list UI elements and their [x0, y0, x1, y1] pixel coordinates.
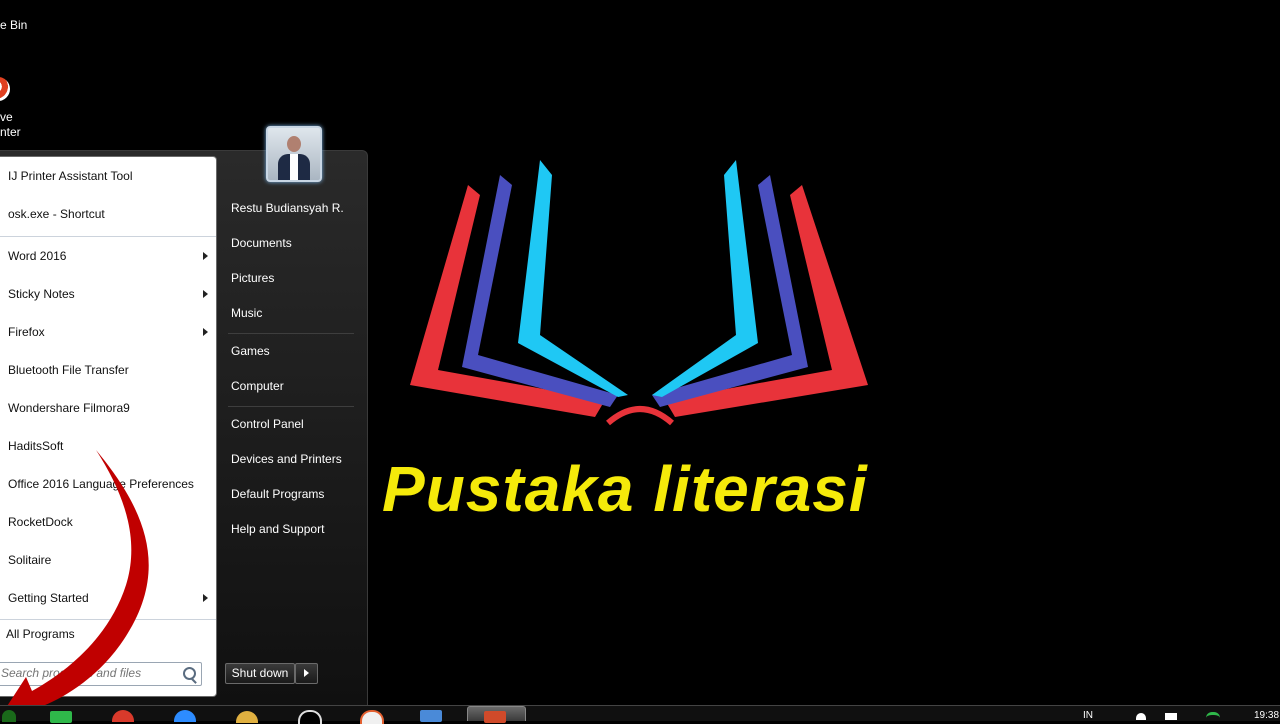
shutdown-options-button[interactable]	[295, 663, 318, 684]
start-link-computer[interactable]: Computer	[231, 376, 284, 396]
tray-network-icon[interactable]	[1136, 713, 1146, 720]
desktop-icon-printer-label[interactable]: ve nter	[0, 110, 21, 140]
tray-signal-icon[interactable]	[1206, 712, 1220, 723]
start-item-bluetooth[interactable]: Bluetooth File Transfer	[8, 360, 208, 380]
desktop-icon-recycle-bin-label[interactable]: e Bin	[0, 18, 27, 32]
start-item-ij-printer[interactable]: IJ Printer Assistant Tool	[8, 166, 208, 186]
start-link-documents[interactable]: Documents	[231, 233, 292, 253]
start-link-devices-printers[interactable]: Devices and Printers	[231, 449, 342, 469]
start-item-label: Word 2016	[8, 249, 67, 263]
start-menu-separator	[0, 236, 216, 237]
start-item-filmora[interactable]: Wondershare Filmora9	[8, 398, 208, 418]
logo-red-left-page	[410, 185, 605, 417]
submenu-arrow-icon	[203, 290, 208, 298]
start-link-games[interactable]: Games	[231, 341, 270, 361]
start-item-label: Firefox	[8, 325, 45, 339]
submenu-arrow-icon	[203, 594, 208, 602]
start-link-control-panel[interactable]: Control Panel	[231, 414, 304, 434]
start-item-firefox[interactable]: Firefox	[8, 322, 208, 342]
tray-battery-icon[interactable]	[1165, 713, 1177, 720]
start-orb-icon[interactable]	[2, 710, 16, 722]
book-logo-graphic	[410, 160, 868, 426]
red-pointer-arrow-annotation	[0, 450, 149, 719]
user-avatar[interactable]	[266, 126, 322, 182]
start-item-word-2016[interactable]: Word 2016	[8, 246, 208, 266]
start-item-label: Bluetooth File Transfer	[8, 363, 129, 377]
tray-clock[interactable]: 19:38	[1254, 710, 1279, 721]
start-item-osk-shortcut[interactable]: osk.exe - Shortcut	[8, 204, 208, 224]
powerpoint-icon	[484, 711, 506, 723]
clock-app-icon[interactable]	[298, 710, 322, 724]
start-link-help-support[interactable]: Help and Support	[231, 519, 324, 539]
start-link-music[interactable]: Music	[231, 303, 262, 323]
printer-app-icon[interactable]	[0, 77, 10, 101]
start-item-label: Wondershare Filmora9	[8, 401, 130, 415]
start-item-sticky-notes[interactable]: Sticky Notes	[8, 284, 208, 304]
start-item-label: Sticky Notes	[8, 287, 75, 301]
submenu-arrow-icon	[203, 252, 208, 260]
notepad-icon[interactable]	[420, 710, 442, 722]
shutdown-button[interactable]: Shut down	[225, 663, 295, 684]
tray-language[interactable]: IN	[1083, 710, 1093, 721]
logo-cyan-left-page	[518, 160, 628, 397]
start-link-default-programs[interactable]: Default Programs	[231, 484, 324, 504]
file-explorer-icon[interactable]	[50, 711, 72, 723]
start-link-pictures[interactable]: Pictures	[231, 268, 274, 288]
start-link-user[interactable]: Restu Budiansyah R.	[231, 198, 344, 218]
submenu-arrow-icon	[203, 328, 208, 336]
browser-icon[interactable]	[360, 710, 384, 724]
start-right-separator	[228, 406, 354, 407]
logo-cyan-right-page	[652, 160, 758, 397]
taskbar-powerpoint-button[interactable]	[467, 706, 526, 723]
start-right-separator	[228, 333, 354, 334]
start-item-label: osk.exe - Shortcut	[8, 207, 105, 221]
start-item-label: IJ Printer Assistant Tool	[8, 169, 133, 183]
logo-spine-arc	[606, 406, 674, 426]
logo-title-text: Pustaka literasi	[382, 453, 868, 525]
search-icon[interactable]	[183, 667, 196, 680]
